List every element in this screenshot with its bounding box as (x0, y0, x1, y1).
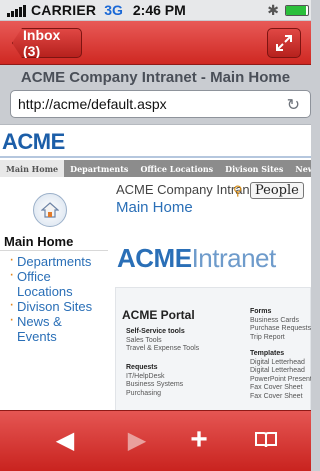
reload-icon[interactable]: ↻ (287, 93, 300, 119)
portal-link[interactable]: Sales Tools (126, 337, 199, 346)
nav-bar: Inbox (3) (0, 21, 311, 65)
status-bar: CARRIER 3G 2:46 PM ✱ (0, 0, 311, 21)
web-content[interactable]: ACME Main Home Departments Office Locati… (0, 124, 311, 410)
portal-link[interactable]: Purchase Requests (250, 325, 311, 334)
forms-block: Forms Business Cards Purchase Requests T… (250, 308, 311, 342)
site-subtitle: Main Home (116, 199, 193, 216)
templates-heading: Templates (250, 350, 285, 357)
portal-link[interactable]: Business Systems (126, 381, 183, 390)
expand-arrows-icon (276, 35, 292, 51)
self-service-heading: Self-Service tools (126, 328, 185, 335)
site-tab-bar: Main Home Departments Office Locations D… (0, 160, 311, 177)
portal-link[interactable]: IT/HelpDesk (126, 373, 183, 382)
tab-departments[interactable]: Departments (64, 160, 134, 177)
portal-link[interactable]: Trip Report (250, 334, 311, 343)
portal-link[interactable]: Business Cards (250, 317, 311, 326)
portal-panel: ACME Portal Self-Service tools Sales Too… (115, 287, 311, 410)
tab-office-locations[interactable]: Office Locations (134, 160, 219, 177)
bluetooth-icon: ✱ (267, 2, 279, 18)
requests-heading: Requests (126, 364, 158, 371)
portal-link[interactable]: Digital Letterhead (250, 359, 311, 368)
left-navigation: Main Home Departments Office Locations D… (0, 234, 108, 344)
portal-link[interactable]: Travel & Expense Tools (126, 345, 199, 354)
portal-link[interactable]: Fax Cover Sheet (250, 393, 311, 402)
back-arrow-icon[interactable]: ◀ (45, 425, 85, 455)
requests-block: Requests IT/HelpDesk Business Systems Pu… (126, 364, 183, 398)
portal-link[interactable]: PowerPoint Presentation (250, 376, 311, 385)
bookmarks-book-icon[interactable] (246, 425, 286, 455)
left-nav-item[interactable]: News & Events (9, 312, 77, 344)
forward-arrow-icon[interactable]: ▶ (117, 425, 157, 455)
tab-divison-sites[interactable]: Divison Sites (219, 160, 289, 177)
portal-link[interactable]: Fax Cover Sheet (250, 384, 311, 393)
tab-news-events[interactable]: News & Events (289, 160, 311, 177)
battery-icon (285, 5, 309, 16)
search-icon[interactable]: ⚲ (233, 183, 243, 199)
intranet-banner: ACMEIntranet (117, 243, 276, 274)
portal-link[interactable]: Digital Letterhead (250, 367, 311, 376)
forms-heading: Forms (250, 308, 272, 315)
logo-divider (0, 156, 311, 158)
back-inbox-label: Inbox (3) (23, 27, 61, 59)
url-text: http://acme/default.aspx (18, 96, 167, 112)
templates-block: Templates Digital Letterhead Digital Let… (250, 350, 311, 401)
banner-intranet: Intranet (191, 243, 277, 273)
tab-main-home[interactable]: Main Home (0, 160, 65, 177)
browser-toolbar: ◀ ▶ + (0, 410, 311, 471)
self-service-block: Self-Service tools Sales Tools Travel & … (126, 328, 199, 354)
banner-acme: ACME (117, 243, 192, 273)
url-field[interactable]: http://acme/default.aspx ↻ (10, 90, 311, 118)
people-search-button[interactable]: People (250, 182, 304, 199)
carrier-name: CARRIER (31, 2, 97, 18)
plus-icon[interactable]: + (179, 423, 219, 456)
network-type: 3G (104, 2, 123, 18)
back-inbox-button[interactable]: Inbox (3) (12, 28, 82, 58)
left-nav-heading[interactable]: Main Home (0, 234, 108, 251)
clock: 2:46 PM (132, 2, 186, 18)
left-nav-item[interactable]: Divison Sites (9, 297, 108, 314)
portal-link[interactable]: Purchasing (126, 390, 183, 399)
left-nav-item[interactable]: Departments (9, 252, 108, 269)
signal-strength-icon (7, 3, 26, 17)
portal-title: ACME Portal (122, 308, 195, 322)
site-logo[interactable]: ACME (2, 129, 65, 155)
left-nav-item[interactable]: Office Locations (9, 267, 77, 299)
expand-button[interactable] (267, 28, 301, 58)
home-icon[interactable] (33, 193, 67, 227)
page-title: ACME Company Intranet - Main Home (20, 69, 291, 86)
